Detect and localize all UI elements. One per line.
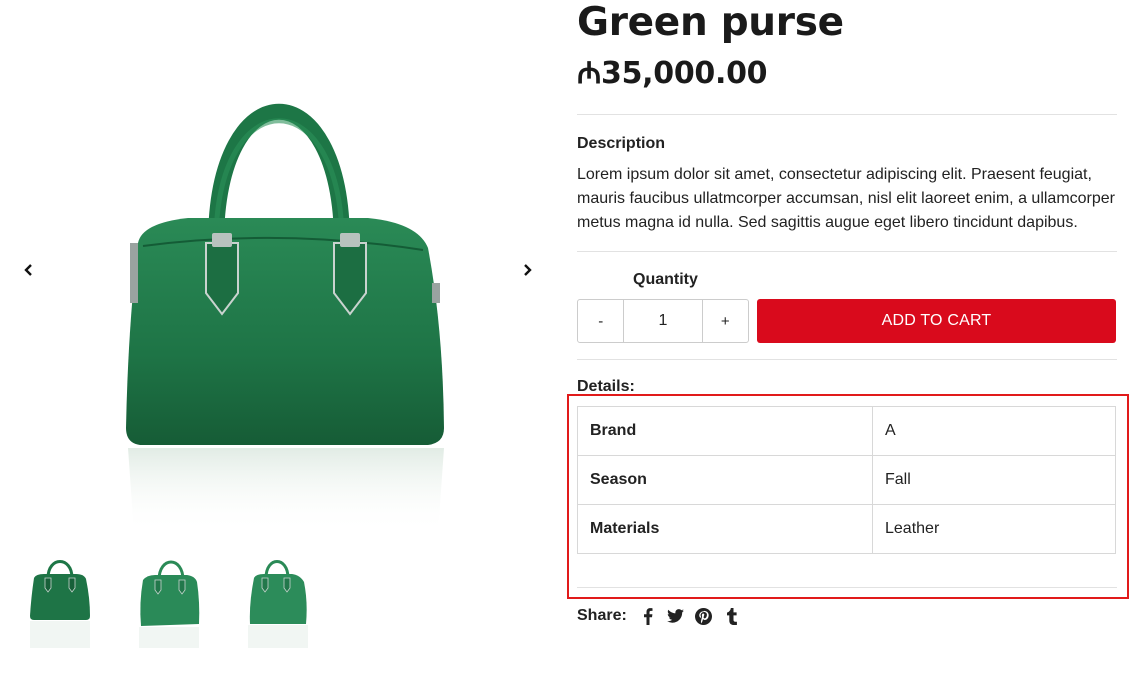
thumbnail-angle-right[interactable] bbox=[246, 548, 310, 648]
quantity-increase-button[interactable]: + bbox=[703, 300, 748, 342]
pinterest-icon[interactable] bbox=[695, 607, 713, 625]
divider bbox=[577, 359, 1117, 360]
divider bbox=[577, 251, 1117, 252]
main-product-image bbox=[98, 28, 460, 538]
thumbnail-angle-left[interactable] bbox=[137, 548, 201, 648]
quantity-decrease-button[interactable]: - bbox=[578, 300, 623, 342]
details-highlight-box bbox=[567, 394, 1129, 599]
thumbnail-strip bbox=[28, 548, 310, 648]
quantity-input[interactable]: 1 bbox=[623, 300, 703, 342]
tumblr-icon[interactable] bbox=[723, 607, 741, 625]
quantity-label: Quantity bbox=[633, 271, 698, 288]
share-label: Share: bbox=[577, 607, 627, 624]
description-heading: Description bbox=[577, 135, 666, 152]
add-to-cart-button[interactable]: ADD TO CART bbox=[757, 299, 1116, 343]
thumbnail-front[interactable] bbox=[28, 548, 92, 648]
share-bar: Share: bbox=[577, 607, 1117, 625]
gallery-next-button[interactable] bbox=[516, 259, 538, 281]
divider bbox=[577, 114, 1117, 115]
product-gallery bbox=[0, 0, 555, 677]
gallery-prev-button[interactable] bbox=[18, 259, 40, 281]
quantity-stepper: - 1 + bbox=[577, 299, 749, 343]
twitter-icon[interactable] bbox=[667, 607, 685, 625]
chevron-right-icon bbox=[524, 264, 532, 276]
chevron-left-icon bbox=[24, 264, 32, 276]
description-text: Lorem ipsum dolor sit amet, consectetur … bbox=[577, 166, 1115, 231]
product-price: ₼35,000.00 bbox=[577, 56, 768, 91]
add-to-cart-row: - 1 + ADD TO CART bbox=[577, 299, 1117, 343]
product-title: Green purse bbox=[577, 0, 844, 45]
facebook-icon[interactable] bbox=[639, 607, 657, 625]
